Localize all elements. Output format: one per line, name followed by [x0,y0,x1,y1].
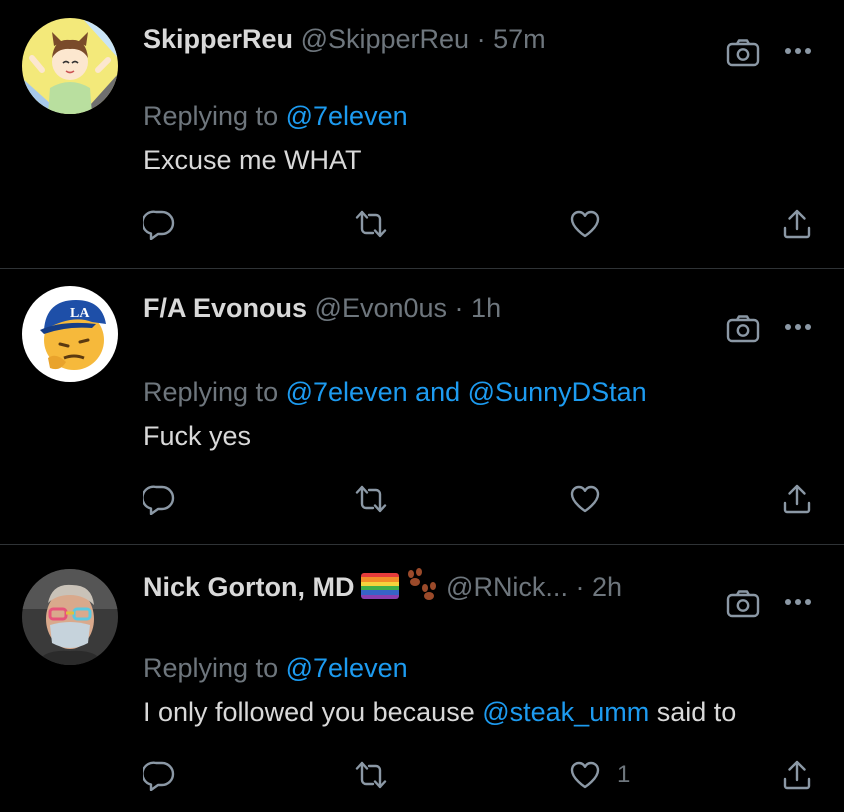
handle[interactable]: @Evon0us [315,293,447,323]
reply-button[interactable] [143,206,175,242]
display-name[interactable]: Nick Gorton, MD [143,572,355,602]
replying-to: Replying to @7eleven and @SunnyDStan [143,375,647,409]
action-bar [143,206,823,242]
avatar[interactable] [22,18,118,114]
rainbow-flag-icon [360,573,399,599]
avatar[interactable] [22,569,118,665]
action-bar: 1 [143,757,823,793]
camera-icon[interactable] [726,38,760,68]
more-dots-icon[interactable] [782,312,814,342]
retweet-button[interactable] [355,481,387,517]
like-count: 1 [617,761,631,788]
tweet[interactable]: SkipperReu @SkipperReu · 57m Replying to… [0,0,844,269]
camera-icon[interactable] [726,314,760,344]
action-bar [143,481,823,517]
retweet-icon [355,483,387,515]
share-button[interactable] [781,757,813,793]
reply-mention-link[interactable]: @7eleven [286,653,408,683]
like-button[interactable] [569,206,617,242]
heart-icon [569,759,601,791]
reply-bubble-icon [143,208,175,240]
separator: · [454,293,464,323]
share-upload-icon [781,759,813,791]
reply-mention-link[interactable]: @7eleven and @SunnyDStan [286,377,647,407]
display-name[interactable]: SkipperReu [143,24,293,54]
share-button[interactable] [781,481,813,517]
more-dots-icon[interactable] [782,36,814,66]
reply-bubble-icon [143,759,175,791]
reply-button[interactable] [143,757,175,793]
svg-text:LA: LA [70,306,90,321]
replying-prefix: Replying to [143,377,279,407]
more-dots-icon[interactable] [782,587,814,617]
avatar[interactable]: LA [22,286,118,382]
replying-prefix: Replying to [143,101,279,131]
display-name[interactable]: F/A Evonous [143,293,307,323]
retweet-icon [355,208,387,240]
share-upload-icon [781,208,813,240]
separator: · [575,572,585,602]
tweet-header: F/A Evonous @Evon0us · 1h [143,291,501,325]
tweet-text: Fuck yes [143,421,252,451]
timestamp[interactable]: 57m [493,24,546,54]
reply-button[interactable] [143,481,175,517]
reply-mention-link[interactable]: @7eleven [286,101,408,131]
heart-icon [569,208,601,240]
paw-prints-icon [407,568,436,600]
retweet-icon [355,759,387,791]
tweet-text: I only followed you because @steak_umm s… [143,695,736,729]
camera-icon[interactable] [726,589,760,619]
timestamp[interactable]: 1h [471,293,501,323]
tweet[interactable]: LA F/A Evonous @Evon0us · 1h Replying to… [0,269,844,545]
retweet-button[interactable] [355,757,387,793]
like-button[interactable] [569,481,617,517]
tweet[interactable]: Nick Gorton, MD @RNick... · 2h Replying … [0,545,844,812]
heart-icon [569,483,601,515]
retweet-button[interactable] [355,206,387,242]
tweet-text: Excuse me WHAT [143,145,362,175]
share-upload-icon [781,483,813,515]
share-button[interactable] [781,206,813,242]
tweet-header: Nick Gorton, MD @RNick... · 2h [143,568,622,604]
handle[interactable]: @SkipperReu [301,24,470,54]
separator: · [476,24,486,54]
replying-prefix: Replying to [143,653,279,683]
like-button[interactable]: 1 [569,757,630,793]
reply-bubble-icon [143,483,175,515]
replying-to: Replying to @7eleven [143,99,408,133]
tweet-text-after: said to [656,697,737,727]
replying-to: Replying to @7eleven [143,651,408,685]
tweet-text-before: I only followed you because [143,697,475,727]
mention-link[interactable]: @steak_umm [482,697,649,727]
tweet-header: SkipperReu @SkipperReu · 57m [143,22,546,56]
handle[interactable]: @RNick... [446,572,568,602]
timestamp[interactable]: 2h [592,572,622,602]
